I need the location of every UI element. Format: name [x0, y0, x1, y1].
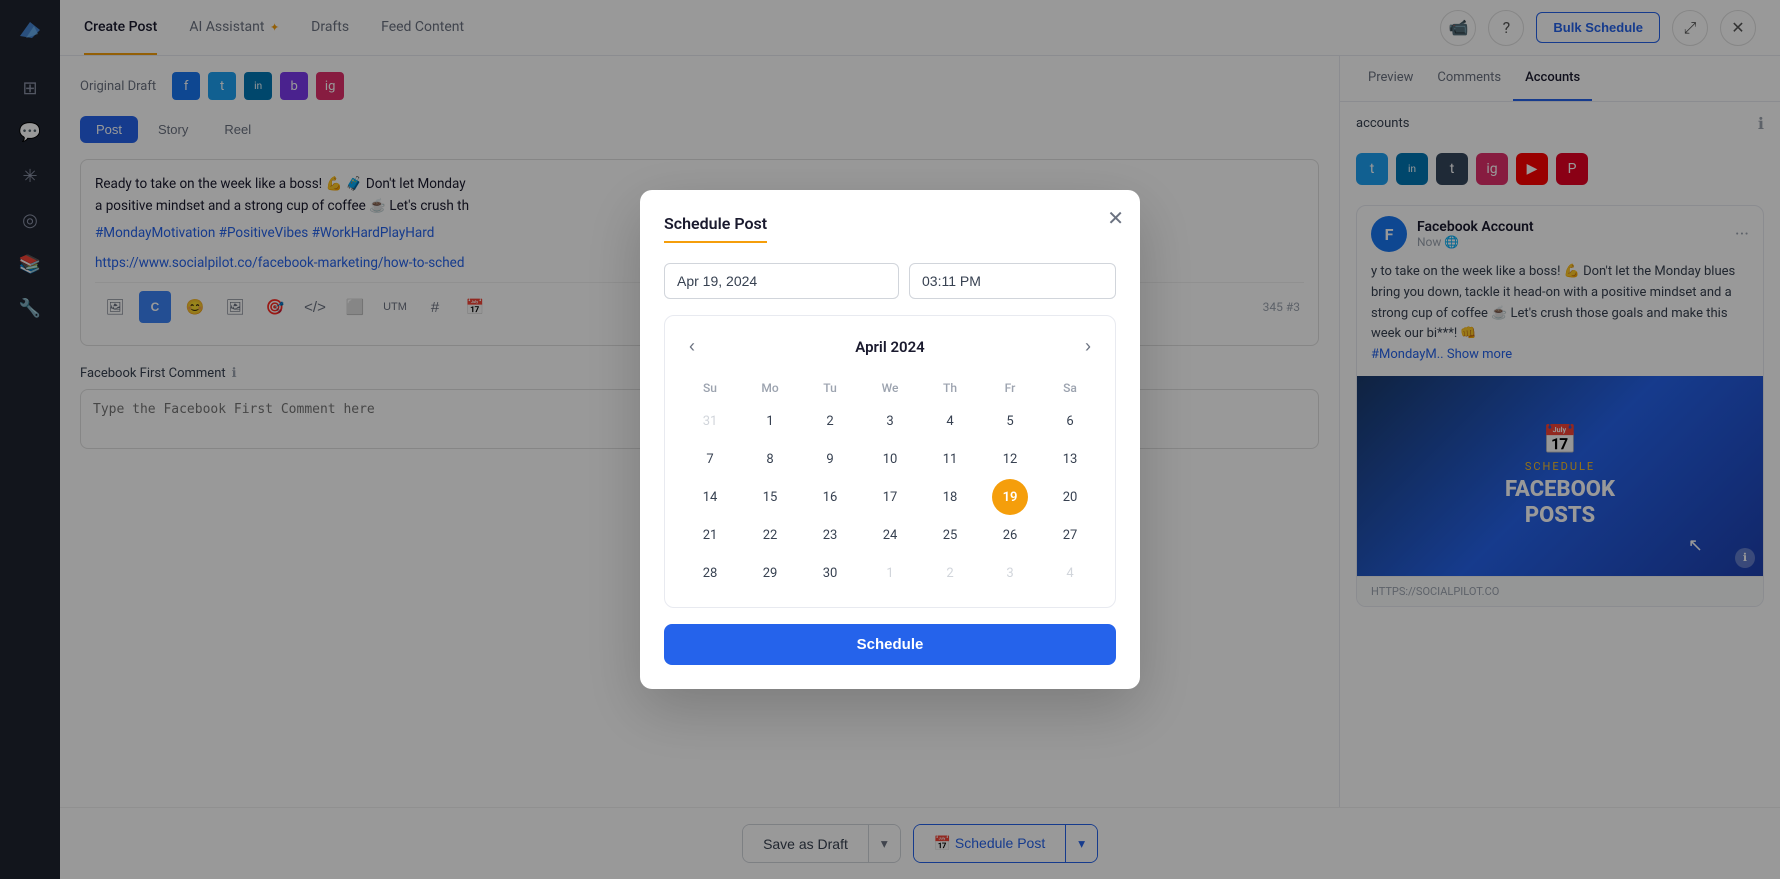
- calendar: ‹ April 2024 › Su Mo Tu We Th Fr Sa 3112…: [664, 315, 1116, 608]
- cal-day-13[interactable]: 13: [1052, 441, 1088, 477]
- cal-day-2[interactable]: 2: [812, 403, 848, 439]
- cal-header-we: We: [861, 375, 919, 401]
- cal-day-19[interactable]: 19: [992, 479, 1028, 515]
- cal-day-20[interactable]: 20: [1052, 479, 1088, 515]
- cal-day-29[interactable]: 29: [752, 555, 788, 591]
- cal-prev-button[interactable]: ‹: [681, 332, 703, 361]
- modal-close-button[interactable]: ✕: [1107, 206, 1124, 231]
- cal-day-16[interactable]: 16: [812, 479, 848, 515]
- cal-header-fr: Fr: [981, 375, 1039, 401]
- time-input[interactable]: [909, 263, 1116, 299]
- cal-day-5[interactable]: 5: [992, 403, 1028, 439]
- cal-day-31[interactable]: 31: [692, 403, 728, 439]
- modal-overlay[interactable]: Schedule Post ✕ ‹ April 2024 › Su Mo Tu …: [0, 0, 1780, 879]
- cal-header-mo: Mo: [741, 375, 799, 401]
- cal-day-12[interactable]: 12: [992, 441, 1028, 477]
- date-input[interactable]: [664, 263, 899, 299]
- cal-header-su: Su: [681, 375, 739, 401]
- cal-day-6[interactable]: 6: [1052, 403, 1088, 439]
- schedule-post-modal: Schedule Post ✕ ‹ April 2024 › Su Mo Tu …: [640, 190, 1140, 689]
- cal-day-7[interactable]: 7: [692, 441, 728, 477]
- cal-day-26[interactable]: 26: [992, 517, 1028, 553]
- schedule-confirm-button[interactable]: Schedule: [664, 624, 1116, 665]
- cal-month-label: April 2024: [855, 338, 924, 356]
- cal-day-17[interactable]: 17: [872, 479, 908, 515]
- cal-day-23[interactable]: 23: [812, 517, 848, 553]
- calendar-header: ‹ April 2024 ›: [681, 332, 1099, 361]
- cal-header-th: Th: [921, 375, 979, 401]
- cal-day-18[interactable]: 18: [932, 479, 968, 515]
- cal-next-button[interactable]: ›: [1077, 332, 1099, 361]
- cal-day-4[interactable]: 4: [932, 403, 968, 439]
- cal-day-15[interactable]: 15: [752, 479, 788, 515]
- cal-header-sa: Sa: [1041, 375, 1099, 401]
- modal-title: Schedule Post: [664, 214, 767, 243]
- cal-day-3[interactable]: 3: [992, 555, 1028, 591]
- cal-day-21[interactable]: 21: [692, 517, 728, 553]
- cal-day-14[interactable]: 14: [692, 479, 728, 515]
- cal-day-11[interactable]: 11: [932, 441, 968, 477]
- cal-day-1[interactable]: 1: [752, 403, 788, 439]
- date-time-row: [664, 263, 1116, 299]
- cal-day-1[interactable]: 1: [872, 555, 908, 591]
- cal-day-27[interactable]: 27: [1052, 517, 1088, 553]
- cal-day-9[interactable]: 9: [812, 441, 848, 477]
- calendar-grid: Su Mo Tu We Th Fr Sa 3112345678910111213…: [681, 375, 1099, 591]
- cal-day-2[interactable]: 2: [932, 555, 968, 591]
- cal-day-3[interactable]: 3: [872, 403, 908, 439]
- cal-day-10[interactable]: 10: [872, 441, 908, 477]
- cal-day-28[interactable]: 28: [692, 555, 728, 591]
- cal-day-22[interactable]: 22: [752, 517, 788, 553]
- cal-day-30[interactable]: 30: [812, 555, 848, 591]
- cal-day-8[interactable]: 8: [752, 441, 788, 477]
- cal-day-4[interactable]: 4: [1052, 555, 1088, 591]
- cal-day-25[interactable]: 25: [932, 517, 968, 553]
- cal-day-24[interactable]: 24: [872, 517, 908, 553]
- cal-header-tu: Tu: [801, 375, 859, 401]
